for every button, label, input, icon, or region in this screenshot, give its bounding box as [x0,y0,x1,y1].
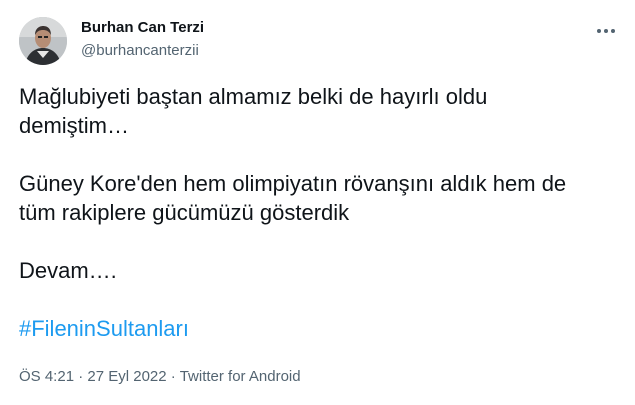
tweet-time[interactable]: ÖS 4:21 [19,368,74,385]
author-name[interactable]: Burhan Can Terzi [81,19,204,36]
meta-separator: · [170,368,176,385]
tweet-card: Burhan Can Terzi @burhancanterzii Mağlub… [0,0,635,405]
tweet-source[interactable]: Twitter for Android [180,368,301,385]
more-horizontal-icon [597,29,615,33]
avatar[interactable] [19,17,67,65]
tweet-paragraph-1: Mağlubiyeti baştan almamız belki de hayı… [19,84,488,138]
author-handle[interactable]: @burhancanterzii [81,42,199,59]
tweet-text: Mağlubiyeti baştan almamız belki de hayı… [19,82,619,343]
tweet-paragraph-2: Güney Kore'den hem olimpiyatın rövanşını… [19,171,567,225]
hashtag-link[interactable]: #FileninSultanları [19,316,189,341]
meta-separator: · [78,368,84,385]
tweet-meta: ÖS 4:21 · 27 Eyl 2022 · Twitter for Andr… [19,368,301,385]
tweet-date[interactable]: 27 Eyl 2022 [87,368,166,385]
tweet-paragraph-3: Devam…. [19,258,117,283]
more-options-button[interactable] [590,20,622,42]
profile-photo-icon [19,17,67,65]
